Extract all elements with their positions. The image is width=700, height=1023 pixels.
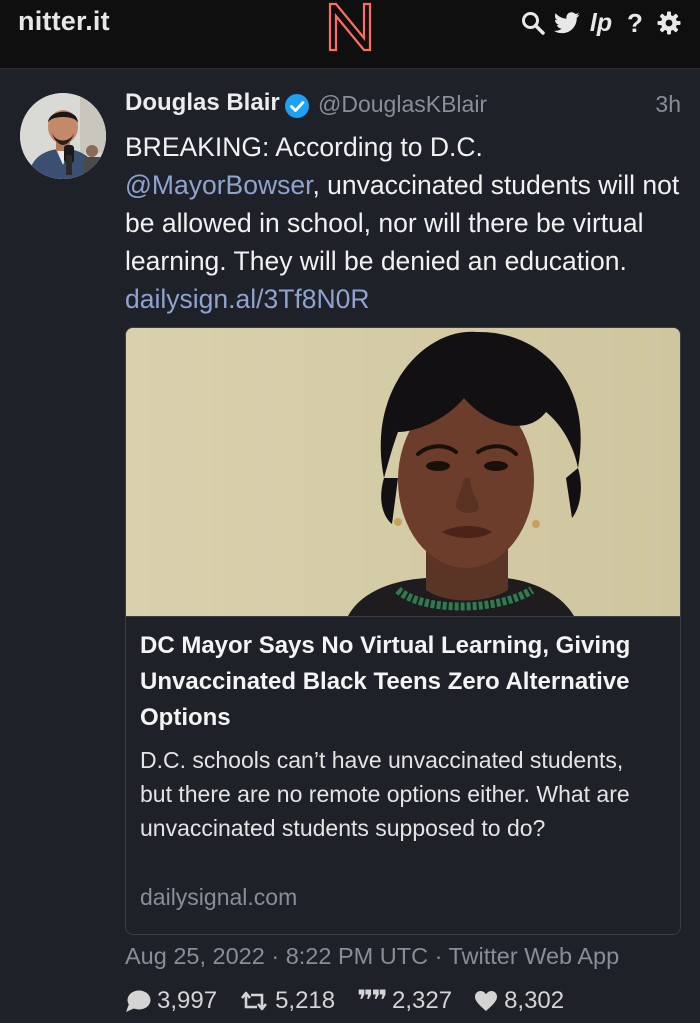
tweet-url-link[interactable]: dailysign.al/3Tf8N0R [125, 284, 370, 314]
card-title: DC Mayor Says No Virtual Learning, Givin… [140, 632, 631, 731]
navbar: nitter.it lp ? [0, 0, 700, 69]
link-card[interactable]: DC Mayor Says No Virtual Learning, Givin… [125, 327, 681, 935]
comment-icon [126, 990, 151, 1012]
settings-icon[interactable] [656, 8, 682, 38]
twitter-bird-icon[interactable] [554, 8, 580, 38]
retweets-stat[interactable]: 5,218 [239, 987, 335, 1015]
nav-icons: lp ? [520, 8, 682, 38]
page: nitter.it lp ? Douglas Blair @DouglasKBl… [0, 0, 700, 1023]
fullname-link[interactable]: Douglas Blair [125, 89, 280, 117]
heart-icon [475, 991, 498, 1011]
card-description: D.C. schools can’t have unvaccinated stu… [140, 747, 630, 841]
card-image [126, 328, 680, 617]
tweet-header: Douglas Blair @DouglasKBlair 3h [125, 89, 681, 121]
quotes-count: 2,327 [392, 987, 453, 1014]
replies-stat[interactable]: 3,997 [125, 987, 217, 1015]
help-icon[interactable]: ? [622, 8, 648, 38]
replies-count: 3,997 [157, 987, 218, 1014]
nitter-logo-icon[interactable] [324, 0, 376, 54]
search-icon[interactable] [520, 8, 546, 38]
tweet-text: BREAKING: According to D.C. [125, 132, 483, 162]
likes-stat[interactable]: 8,302 [474, 987, 564, 1015]
likes-count: 8,302 [504, 987, 565, 1014]
rss-icon[interactable]: lp [588, 8, 614, 38]
tweet-content: BREAKING: According to D.C. @MayorBowser… [125, 128, 685, 318]
card-destination: dailysignal.com [140, 884, 298, 910]
site-brand-link[interactable]: nitter.it [18, 6, 110, 37]
mention-link[interactable]: @MayorBowser [125, 170, 312, 200]
verified-badge-icon [285, 94, 309, 118]
avatar-image [20, 93, 106, 179]
username-link[interactable]: @DouglasKBlair [318, 91, 487, 118]
quote-icon: ❞❞ [357, 985, 388, 1016]
tweet: Douglas Blair @DouglasKBlair 3h BREAKING… [0, 69, 700, 1023]
tweet-date-link[interactable]: 3h [655, 91, 681, 118]
retweets-count: 5,218 [275, 987, 336, 1014]
tweet-published: Aug 25, 2022 · 8:22 PM UTC · Twitter Web… [125, 943, 620, 969]
retweet-icon [241, 991, 268, 1011]
tweet-stats: 3,997 5,218 ❞❞ 2,327 8,302 [125, 987, 586, 1015]
card-photo [126, 328, 680, 616]
quotes-stat[interactable]: ❞❞ 2,327 [357, 987, 452, 1015]
avatar[interactable] [20, 93, 106, 179]
